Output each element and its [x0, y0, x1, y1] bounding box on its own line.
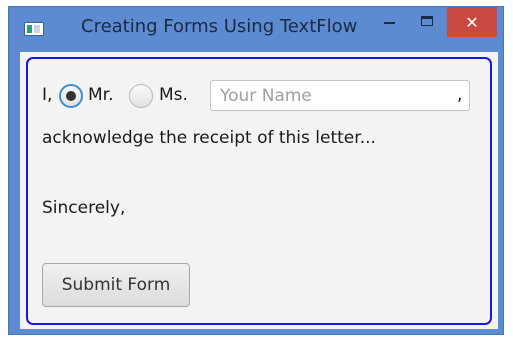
- radio-selected-dot: [66, 91, 76, 101]
- prefix-label: I,: [42, 85, 53, 105]
- submit-button[interactable]: Submit Form: [42, 263, 190, 307]
- close-button[interactable]: ✕: [447, 7, 497, 37]
- title-bar[interactable]: Creating Forms Using TextFlow ✕: [9, 7, 503, 47]
- minimize-icon: [383, 21, 395, 24]
- minimize-button[interactable]: [375, 7, 403, 38]
- app-window: Creating Forms Using TextFlow ✕ I, Mr. M…: [8, 6, 504, 335]
- radio-ms-label[interactable]: Ms.: [159, 85, 188, 105]
- app-icon: [24, 22, 44, 36]
- radio-ms[interactable]: [129, 84, 153, 108]
- closing-text: Sincerely,: [42, 198, 126, 218]
- name-input[interactable]: [210, 80, 470, 111]
- maximize-button[interactable]: [413, 7, 441, 38]
- radio-mr[interactable]: [59, 84, 83, 108]
- acknowledge-text: acknowledge the receipt of this letter..…: [42, 128, 376, 148]
- close-icon: ✕: [465, 12, 479, 32]
- maximize-icon: [421, 15, 433, 26]
- comma-label: ,: [457, 85, 463, 105]
- window-title: Creating Forms Using TextFlow: [81, 16, 358, 37]
- radio-mr-label[interactable]: Mr.: [88, 85, 114, 105]
